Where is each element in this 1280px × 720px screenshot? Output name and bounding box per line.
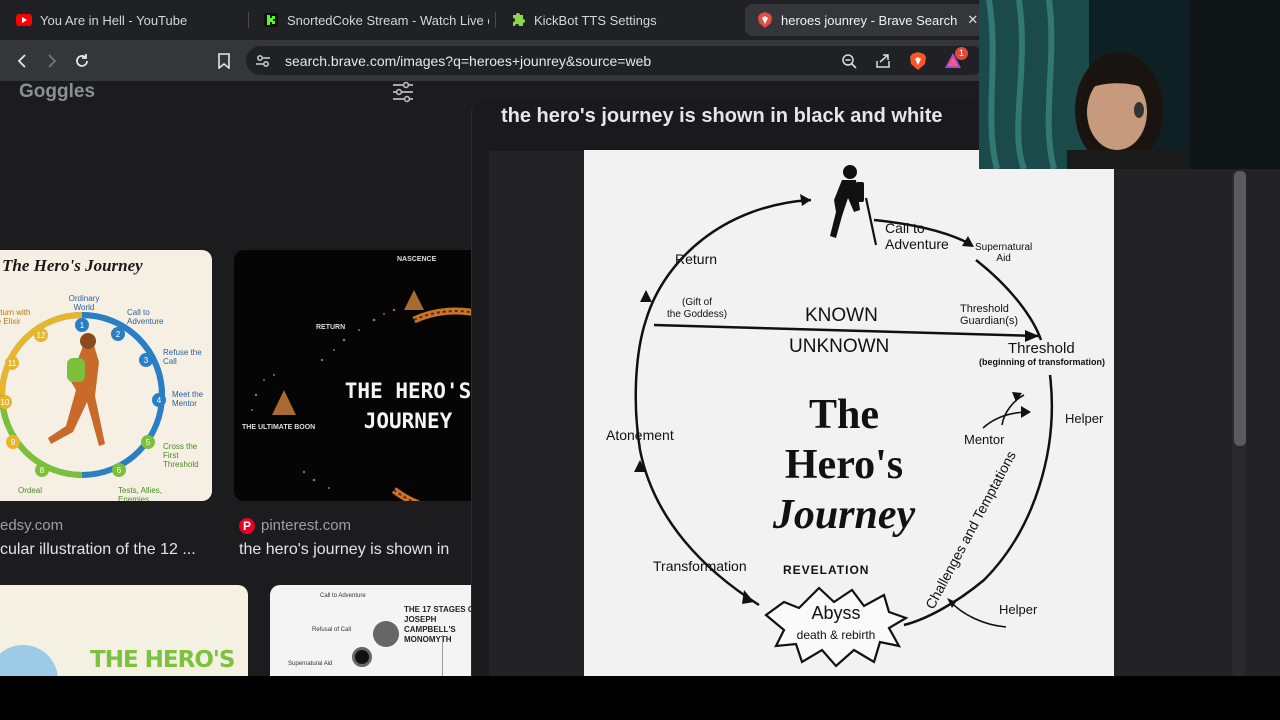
- step-number: 3: [143, 356, 149, 365]
- result-thumbnail-3[interactable]: THE HERO'S: [0, 585, 248, 676]
- share-icon[interactable]: [874, 52, 892, 70]
- revelation-label: REVELATION: [783, 563, 870, 577]
- result-caption[interactable]: the hero's journey is shown in: [239, 541, 471, 559]
- zoom-out-icon[interactable]: [840, 52, 858, 70]
- reload-button[interactable]: [69, 48, 95, 74]
- tab-label: You Are in Hell - YouTube: [40, 12, 188, 28]
- stage-label: THE ULTIMATE BOON: [242, 424, 316, 431]
- reload-icon: [76, 54, 88, 67]
- site-settings-icon[interactable]: [254, 52, 272, 70]
- pinterest-icon: P: [239, 518, 255, 534]
- stage-label: Supernatural Aid: [288, 661, 333, 667]
- kick-icon: [263, 12, 279, 28]
- step-number: 10: [0, 398, 10, 407]
- back-arrow-icon: [17, 54, 26, 68]
- puzzle-icon: [510, 12, 526, 28]
- step-number: 9: [10, 438, 16, 447]
- step-label: Tests, Allies, Enemies: [118, 486, 163, 501]
- webcam-feed: [979, 0, 1280, 169]
- letterbox-bar: [0, 676, 1280, 720]
- goggles-label[interactable]: Goggles: [19, 81, 95, 103]
- webcam-overlay: [979, 0, 1280, 169]
- result-thumbnail-4[interactable]: THE 17 STAGES OF JOSEPH CAMPBELL'S MONOM…: [270, 585, 484, 676]
- scrollbar-thumb[interactable]: [1234, 171, 1246, 446]
- address-bar[interactable]: search.brave.com/images?q=heroes+jounrey…: [246, 46, 986, 75]
- globe-icon: [373, 621, 399, 647]
- step-number: 2: [115, 330, 121, 339]
- call-to-adventure-label: Call to Adventure: [885, 220, 949, 252]
- bookmark-icon: [218, 53, 230, 69]
- helper-label: Helper: [999, 602, 1038, 617]
- result-caption[interactable]: cular illustration of the 12 ...: [0, 541, 214, 559]
- filters-icon[interactable]: [392, 81, 414, 103]
- preview-image[interactable]: The Hero's Journey KNOWN UNKNOWN Call to…: [584, 150, 1114, 676]
- tab-label: KickBot TTS Settings: [534, 12, 657, 28]
- result-source[interactable]: pinterest.com: [261, 517, 351, 534]
- step-number: 12: [36, 331, 46, 340]
- transformation-label: Transformation: [653, 558, 747, 574]
- forward-arrow-icon: [48, 54, 57, 68]
- forward-button[interactable]: [39, 48, 65, 74]
- bookmark-button[interactable]: [211, 48, 237, 74]
- record-icon: [352, 647, 372, 667]
- tab-kick-stream[interactable]: SnortedCoke Stream - Watch Live on: [251, 4, 489, 36]
- stage-label: Call to Adventure: [320, 593, 366, 599]
- search-page: Goggles The Hero's Journey Ordinary Worl…: [0, 81, 1280, 676]
- thumbnail-title: THE HERO'S: [90, 647, 235, 673]
- thumbnail-title: THE HERO'S JOURNEY: [344, 379, 472, 433]
- threshold-subtitle: (beginning of transformation): [979, 357, 1105, 367]
- abyss-label: Abyss: [811, 603, 861, 623]
- return-label: Return: [675, 251, 718, 267]
- step-label: Cross the First Threshold: [163, 442, 199, 469]
- tab-youtube[interactable]: You Are in Hell - YouTube: [4, 4, 242, 36]
- brave-icon: [757, 12, 773, 28]
- step-label: Meet the Mentor: [172, 390, 204, 408]
- step-number: 11: [7, 359, 17, 368]
- step-label: Call to Adventure: [127, 308, 164, 326]
- unknown-label: UNKNOWN: [789, 336, 890, 357]
- diagram-title: The Hero's Journey: [772, 392, 916, 538]
- result-source[interactable]: edsy.com: [0, 517, 63, 534]
- known-label: KNOWN: [805, 305, 878, 326]
- result-thumbnail-2[interactable]: NASCENCE RETURN THE ULTIMATE BOON THE HE…: [234, 250, 484, 501]
- step-number: 6: [116, 466, 122, 475]
- tab-label: SnortedCoke Stream - Watch Live on: [287, 12, 489, 28]
- brave-shields-icon[interactable]: [909, 52, 927, 70]
- mentor-label: Mentor: [964, 432, 1005, 447]
- stage-label: NASCENCE: [397, 256, 437, 263]
- tab-brave-search[interactable]: heroes jounrey - Brave Search ✕: [745, 4, 985, 36]
- tab-kickbot-settings[interactable]: KickBot TTS Settings: [498, 4, 738, 36]
- step-label: Ordeal: [18, 486, 43, 495]
- helper-label: Helper: [1065, 411, 1104, 426]
- step-number: 4: [156, 396, 162, 405]
- gift-of-goddess-label: (Gift of the Goddess): [667, 297, 728, 320]
- step-number: 8: [39, 466, 45, 475]
- step-number: 5: [145, 438, 151, 447]
- step-label: Ordinary World: [68, 294, 100, 312]
- browser-window: You Are in Hell - YouTube SnortedCoke St…: [0, 0, 1280, 676]
- url-text[interactable]: search.brave.com/images?q=heroes+jounrey…: [285, 53, 651, 69]
- result-thumbnail-1[interactable]: The Hero's Journey Ordinary World Call t…: [0, 250, 212, 501]
- preview-title: the hero's journey is shown in black and…: [501, 105, 943, 127]
- rewards-badge: 1: [955, 47, 968, 60]
- back-button[interactable]: [9, 48, 35, 74]
- step-label: Refuse the Call: [163, 348, 202, 366]
- tab-label: heroes jounrey - Brave Search: [781, 12, 958, 28]
- stage-label: Refusal of Call: [312, 627, 352, 633]
- threshold-guardians-label: Threshold Guardian(s): [960, 303, 1019, 327]
- step-number: 1: [79, 321, 85, 330]
- step-label: Return with the Elixir: [0, 308, 31, 326]
- youtube-icon: [16, 12, 32, 28]
- stage-label: RETURN: [316, 324, 346, 331]
- supernatural-aid-label: Supernatural Aid: [975, 242, 1033, 264]
- threshold-label: Threshold: [1008, 340, 1075, 357]
- atonement-label: Atonement: [606, 427, 674, 443]
- close-tab-icon[interactable]: ✕: [957, 12, 978, 28]
- death-rebirth-label: death & rebirth: [796, 628, 876, 642]
